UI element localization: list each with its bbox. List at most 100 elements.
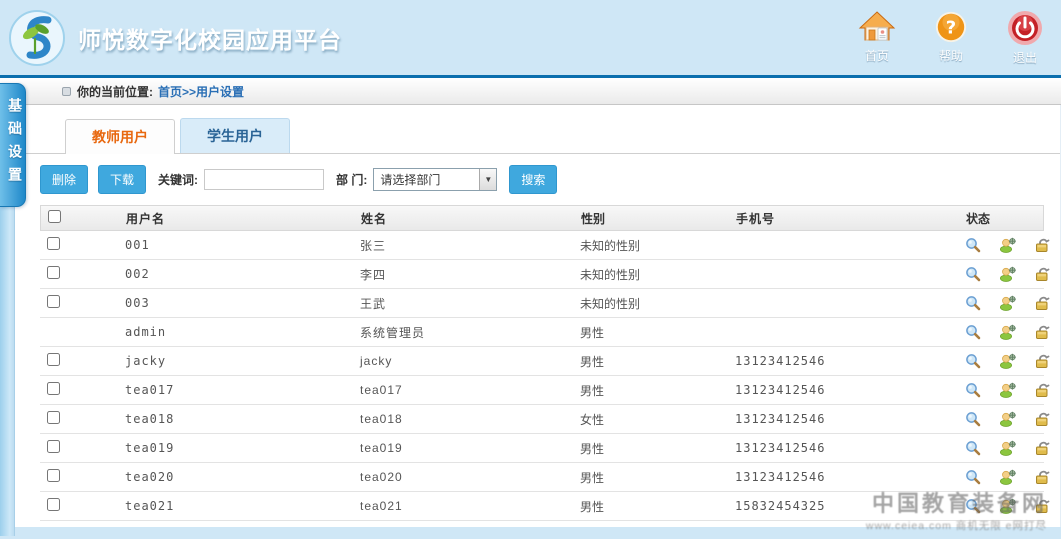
unlock-icon[interactable] <box>1034 353 1051 369</box>
nav-help-button[interactable]: ? 帮助 <box>929 10 973 66</box>
edit-user-icon[interactable] <box>999 324 1016 340</box>
edit-user-icon[interactable] <box>999 353 1016 369</box>
row-checkbox[interactable] <box>47 237 60 250</box>
view-magnifier-icon[interactable] <box>965 237 981 253</box>
view-magnifier-icon[interactable] <box>965 498 981 514</box>
app-logo-icon <box>8 9 66 67</box>
cell-username: tea018 <box>125 412 360 426</box>
unlock-icon[interactable] <box>1034 382 1051 398</box>
edit-user-icon[interactable] <box>999 266 1016 282</box>
cell-username: 003 <box>125 296 360 310</box>
cell-name: 张三 <box>360 237 580 254</box>
view-magnifier-icon[interactable] <box>965 295 981 311</box>
main-area: 基础设置 教师用户 学生用户 删除 下载 关键词: 部 门: 请选择部门 ▼ 搜… <box>0 105 1061 536</box>
cell-gender: 男性 <box>580 353 735 370</box>
unlock-icon[interactable] <box>1034 266 1051 282</box>
unlock-icon[interactable] <box>1034 295 1051 311</box>
row-checkbox[interactable] <box>47 266 60 279</box>
table-row: tea018 tea018 女性 13123412546 <box>40 405 1044 434</box>
cell-name: tea019 <box>360 441 580 455</box>
cell-name: jacky <box>360 354 580 368</box>
edit-user-icon[interactable] <box>999 469 1016 485</box>
content-panel: 教师用户 学生用户 删除 下载 关键词: 部 门: 请选择部门 ▼ 搜索 用户名… <box>15 105 1061 527</box>
view-magnifier-icon[interactable] <box>965 266 981 282</box>
keyword-input[interactable] <box>204 169 324 190</box>
column-header-phone: 手机号 <box>736 210 966 227</box>
department-select[interactable]: 请选择部门 ▼ <box>373 168 497 191</box>
department-selected-value: 请选择部门 <box>380 171 440 188</box>
select-all-checkbox[interactable] <box>48 210 61 223</box>
tab-student-users[interactable]: 学生用户 <box>180 118 290 153</box>
row-checkbox[interactable] <box>47 469 60 482</box>
download-button[interactable]: 下载 <box>98 165 146 194</box>
edit-user-icon[interactable] <box>999 411 1016 427</box>
table-row: 002 李四 未知的性别 <box>40 260 1044 289</box>
cell-gender: 男性 <box>580 440 735 457</box>
column-header-status: 状态 <box>966 210 1061 227</box>
cell-name: 系统管理员 <box>360 324 580 341</box>
view-magnifier-icon[interactable] <box>965 440 981 456</box>
cell-username: 001 <box>125 238 360 252</box>
column-header-name: 姓名 <box>361 210 581 227</box>
view-magnifier-icon[interactable] <box>965 382 981 398</box>
delete-button[interactable]: 删除 <box>40 165 88 194</box>
cell-username: 002 <box>125 267 360 281</box>
row-checkbox[interactable] <box>47 295 60 308</box>
column-header-username: 用户名 <box>126 210 361 227</box>
nav-help-label: 帮助 <box>939 47 963 64</box>
sidebar-tab-basic-settings[interactable]: 基础设置 <box>0 83 26 207</box>
view-magnifier-icon[interactable] <box>965 353 981 369</box>
breadcrumb-path[interactable]: 首页>>用户设置 <box>158 83 244 100</box>
home-icon <box>858 10 896 44</box>
nav-home-button[interactable]: 首页 <box>855 10 899 66</box>
row-checkbox[interactable] <box>47 353 60 366</box>
cell-phone: 13123412546 <box>735 354 965 368</box>
unlock-icon[interactable] <box>1034 237 1051 253</box>
cell-name: 王武 <box>360 295 580 312</box>
cell-name: tea017 <box>360 383 580 397</box>
cell-username: tea019 <box>125 441 360 455</box>
unlock-icon[interactable] <box>1034 324 1051 340</box>
row-checkbox[interactable] <box>47 498 60 511</box>
view-magnifier-icon[interactable] <box>965 469 981 485</box>
cell-status <box>965 411 1060 427</box>
table-row: tea020 tea020 男性 13123412546 <box>40 463 1044 492</box>
cell-gender: 男性 <box>580 382 735 399</box>
cell-status <box>965 382 1060 398</box>
unlock-icon[interactable] <box>1034 469 1051 485</box>
location-icon <box>62 87 71 96</box>
view-magnifier-icon[interactable] <box>965 324 981 340</box>
row-checkbox[interactable] <box>47 411 60 424</box>
tab-teacher-users[interactable]: 教师用户 <box>65 119 175 154</box>
table-row: tea017 tea017 男性 13123412546 <box>40 376 1044 405</box>
cell-username: admin <box>125 325 360 339</box>
nav-logout-button[interactable]: 退出 <box>1003 10 1047 66</box>
table-row: 001 张三 未知的性别 <box>40 231 1044 260</box>
view-magnifier-icon[interactable] <box>965 411 981 427</box>
edit-user-icon[interactable] <box>999 382 1016 398</box>
unlock-icon[interactable] <box>1034 411 1051 427</box>
table-row: tea021 tea021 男性 15832454325 <box>40 492 1044 521</box>
cell-username: tea021 <box>125 499 360 513</box>
cell-username: tea020 <box>125 470 360 484</box>
table-row: 003 王武 未知的性别 <box>40 289 1044 318</box>
cell-phone: 13123412546 <box>735 470 965 484</box>
nav-home-label: 首页 <box>865 47 889 64</box>
edit-user-icon[interactable] <box>999 295 1016 311</box>
cell-gender: 男性 <box>580 469 735 486</box>
cell-status <box>965 324 1060 340</box>
table-row: admin 系统管理员 男性 <box>40 318 1044 347</box>
keyword-label: 关键词: <box>158 171 198 188</box>
unlock-icon[interactable] <box>1034 498 1051 514</box>
cell-status <box>965 237 1060 253</box>
edit-user-icon[interactable] <box>999 237 1016 253</box>
search-button[interactable]: 搜索 <box>509 165 557 194</box>
unlock-icon[interactable] <box>1034 440 1051 456</box>
edit-user-icon[interactable] <box>999 498 1016 514</box>
cell-gender: 未知的性别 <box>580 237 735 254</box>
cell-gender: 未知的性别 <box>580 266 735 283</box>
row-checkbox[interactable] <box>47 440 60 453</box>
row-checkbox[interactable] <box>47 382 60 395</box>
edit-user-icon[interactable] <box>999 440 1016 456</box>
cell-gender: 男性 <box>580 498 735 515</box>
